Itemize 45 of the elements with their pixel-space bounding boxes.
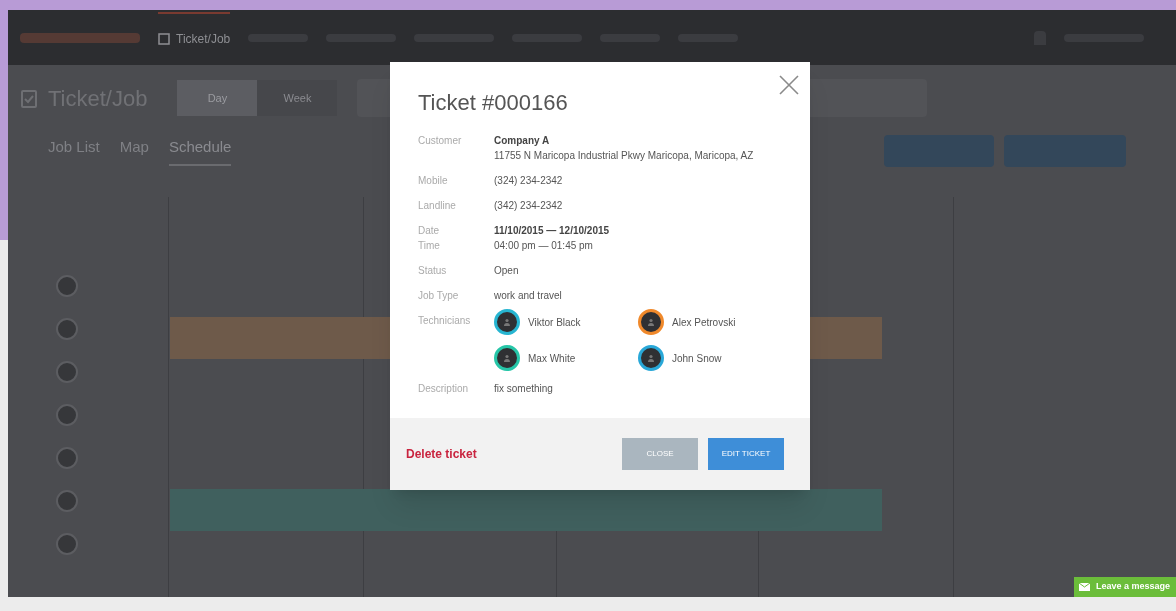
field-label: Job Type bbox=[418, 289, 460, 303]
close-button[interactable]: CLOSE bbox=[622, 438, 698, 470]
field-label: Description bbox=[418, 382, 470, 396]
field-value: Open bbox=[494, 264, 519, 278]
add-button[interactable] bbox=[884, 135, 994, 167]
page-tab[interactable]: Schedule bbox=[168, 135, 232, 167]
close-icon[interactable] bbox=[778, 74, 800, 96]
dialog-title: Ticket #000166 bbox=[418, 89, 568, 117]
schedule-event[interactable] bbox=[170, 489, 882, 531]
delete-link[interactable]: Delete ticket bbox=[406, 445, 477, 463]
edit-ticket-button[interactable]: EDIT TICKET bbox=[708, 438, 784, 470]
technician-name: Alex Petrovski bbox=[672, 315, 736, 330]
leave-message-button[interactable]: Leave a message bbox=[1074, 577, 1176, 597]
view-toggle-button[interactable]: Day bbox=[177, 80, 258, 116]
nav-item[interactable]: Ticket/Job bbox=[158, 11, 231, 64]
field-value: (324) 234-2342 bbox=[494, 174, 563, 188]
field-value: 11/10/2015 — 12/10/2015 bbox=[494, 224, 610, 238]
clipboard-icon bbox=[158, 32, 170, 45]
add-button[interactable] bbox=[1004, 135, 1126, 167]
field-label: Mobile bbox=[418, 174, 449, 188]
avatar-placeholder bbox=[56, 447, 78, 469]
field-label: Technicians bbox=[418, 314, 472, 328]
avatar-placeholder bbox=[56, 533, 78, 555]
field-value: (342) 234-2342 bbox=[494, 199, 563, 213]
view-toggle-button[interactable]: Week bbox=[257, 80, 338, 116]
field-label: Status bbox=[418, 264, 448, 278]
avatar-placeholder bbox=[56, 275, 78, 297]
avatar-placeholder bbox=[56, 404, 78, 426]
field-label: Landline bbox=[418, 199, 457, 213]
avatar-placeholder bbox=[56, 318, 78, 340]
field-label: Time bbox=[418, 239, 441, 253]
technician-name: John Snow bbox=[672, 351, 722, 366]
technician-name: Viktor Black bbox=[528, 315, 581, 330]
field-value: fix something bbox=[494, 382, 553, 396]
field-value: Company A bbox=[494, 134, 550, 148]
field-label: Customer bbox=[418, 134, 463, 148]
envelope-icon bbox=[1079, 583, 1090, 591]
field-value: 04:00 pm — 01:45 pm bbox=[494, 239, 593, 253]
field-value: 11755 N Maricopa Industrial Pkwy Maricopa, Maricopa, AZ bbox=[494, 149, 754, 163]
field-label: Date bbox=[418, 224, 441, 238]
technician-name: Max White bbox=[528, 351, 576, 366]
avatar-placeholder bbox=[56, 361, 78, 383]
avatar-placeholder bbox=[56, 490, 78, 512]
clipboard-icon bbox=[20, 88, 38, 108]
field-value: work and travel bbox=[494, 289, 562, 303]
